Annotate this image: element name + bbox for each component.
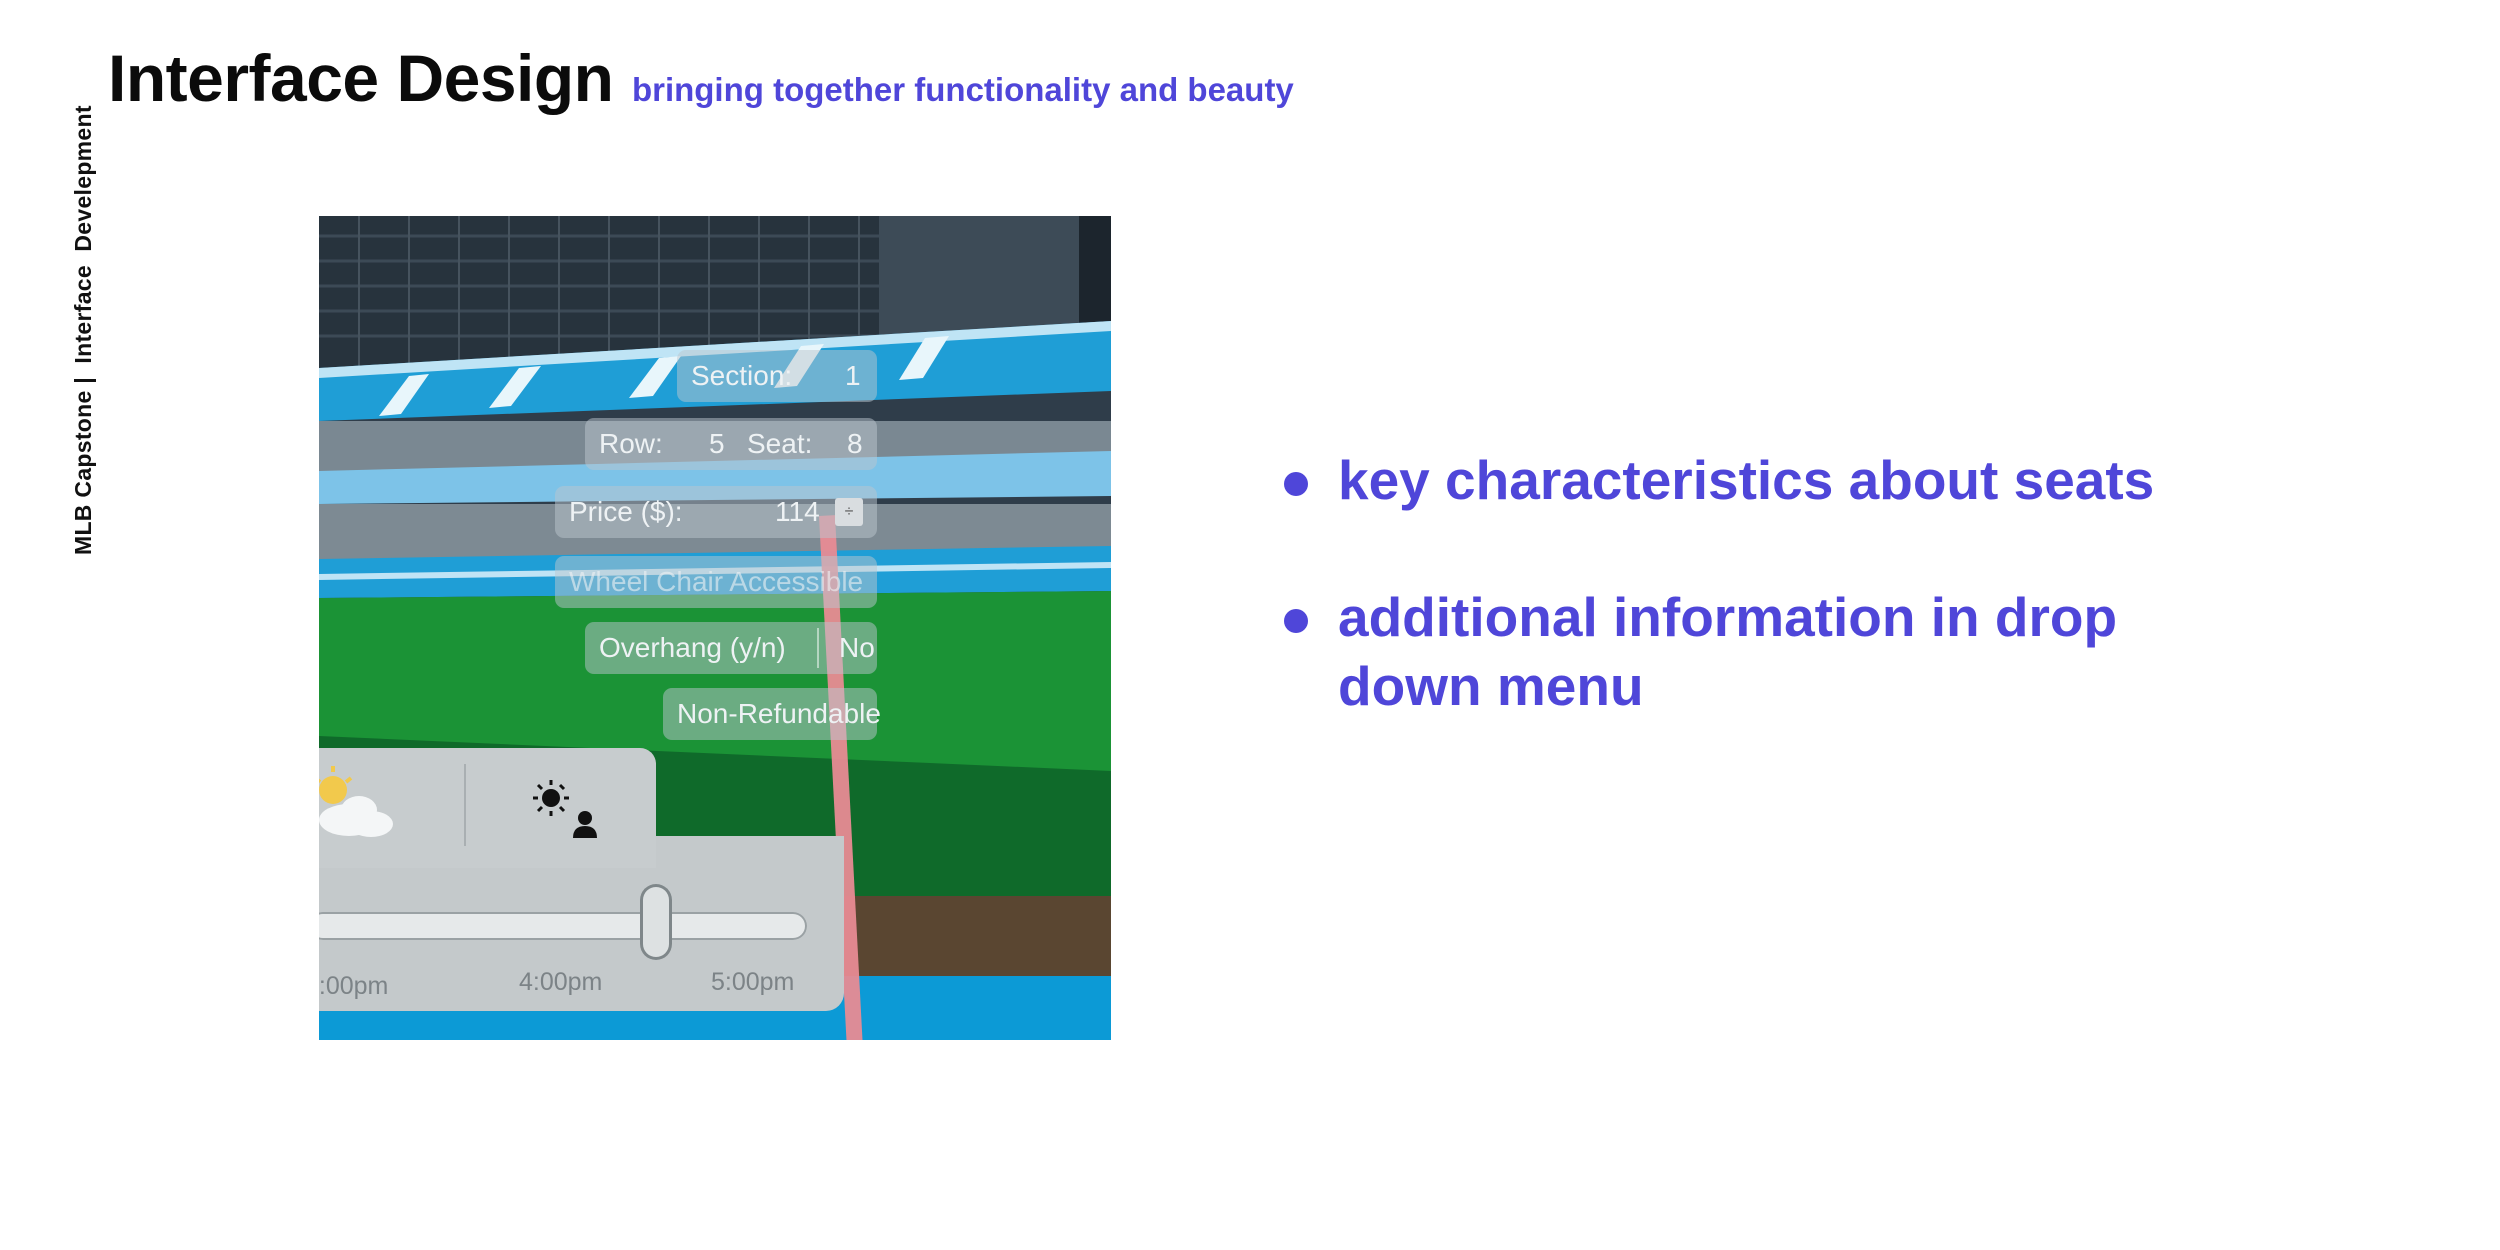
row-label: Row:	[599, 428, 663, 459]
seat-label: Seat:	[747, 428, 813, 459]
price-pill[interactable]: Price ($): 114 ÷	[555, 486, 877, 538]
seat-value: 8	[847, 428, 863, 459]
refund-pill[interactable]: Non-Refundable	[663, 688, 881, 740]
vr-stadium-screenshot: Section: 1 Row: 5 Seat: 8 Price ($): 114…	[319, 216, 1111, 1040]
sidebar-vertical-label: MLB Capstone | Interface Develepment	[70, 105, 96, 555]
price-value: 114	[775, 496, 820, 527]
price-label: Price ($):	[569, 496, 683, 527]
page-subtitle: bringing together functionality and beau…	[631, 71, 1294, 108]
page-title: Interface Design	[108, 41, 614, 115]
bullet-item: key characteristics about seats	[1283, 446, 2183, 515]
overhang-value: No	[839, 632, 875, 663]
price-stepper-icon[interactable]: ÷	[835, 498, 863, 526]
row-seat-pill[interactable]: Row: 5 Seat: 8	[585, 418, 877, 470]
bullet-item: additional information in drop down menu	[1283, 583, 2118, 721]
time-label-2: 4:00pm	[519, 968, 603, 996]
wheelchair-label: Wheel Chair Accessible	[569, 566, 864, 597]
partly-cloudy-icon[interactable]	[319, 762, 399, 842]
bullet-text: key characteristics about seats	[1338, 449, 2155, 511]
wheelchair-pill[interactable]: Wheel Chair Accessible	[555, 556, 877, 608]
bullet-dot-icon	[1284, 609, 1308, 633]
overhang-label: Overhang (y/n)	[599, 632, 786, 663]
row-value: 5	[709, 428, 725, 459]
bullet-text: additional information in drop down menu	[1338, 586, 2118, 717]
time-label-1: 3:00pm	[319, 972, 389, 1000]
time-slider-thumb[interactable]	[640, 884, 672, 960]
bullet-dot-icon	[1284, 472, 1308, 496]
section-pill[interactable]: Section: 1	[677, 350, 877, 402]
section-value: 1	[845, 360, 861, 391]
slide-header: Interface Design bringing together funct…	[108, 40, 1294, 116]
time-label-3: 5:00pm	[711, 968, 795, 996]
section-label: Section:	[691, 360, 793, 391]
time-slider-track[interactable]	[319, 912, 807, 940]
weather-tab-divider	[464, 764, 466, 846]
overhang-divider	[817, 628, 819, 668]
overhang-pill[interactable]: Overhang (y/n) No	[585, 622, 877, 674]
sun-shade-person-icon[interactable]	[529, 776, 609, 846]
refund-label: Non-Refundable	[677, 698, 881, 729]
bullet-list: key characteristics about seats addition…	[1283, 446, 2183, 789]
